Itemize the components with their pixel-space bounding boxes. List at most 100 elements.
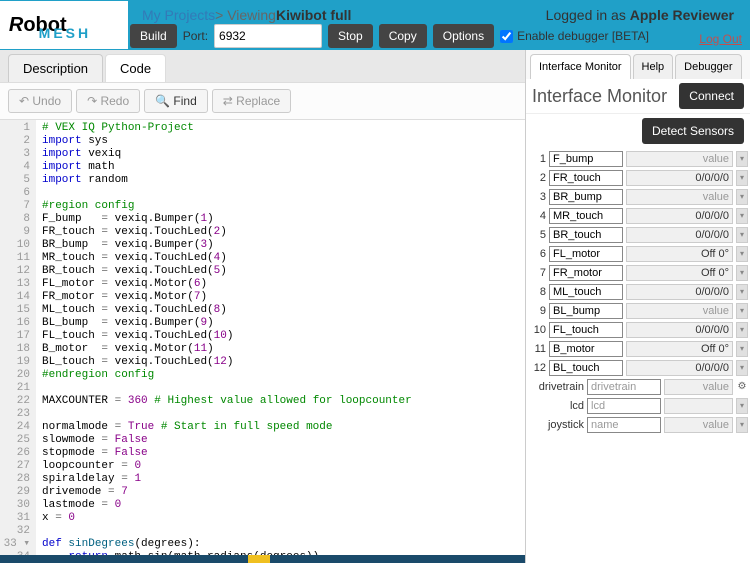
code-line[interactable]: F_bump = vexiq.Bumper(1)	[42, 213, 525, 226]
sensor-dropdown-icon[interactable]: ▾	[736, 227, 748, 243]
detect-sensors-button[interactable]: Detect Sensors	[642, 118, 744, 144]
code-line[interactable]: # VEX IQ Python-Project	[42, 122, 525, 135]
code-line[interactable]: spiraldelay = 1	[42, 473, 525, 486]
find-button[interactable]: 🔍 Find	[144, 89, 208, 113]
sensor-name-input[interactable]	[549, 170, 623, 186]
code-line[interactable]: FL_motor = vexiq.Motor(6)	[42, 278, 525, 291]
tab-description[interactable]: Description	[8, 54, 103, 82]
sensor-dropdown-icon[interactable]: ▾	[736, 398, 748, 414]
code-line[interactable]: stopmode = False	[42, 447, 525, 460]
code-line[interactable]: FL_touch = vexiq.TouchLed(10)	[42, 330, 525, 343]
code-line[interactable]: MAXCOUNTER = 360 # Highest value allowed…	[42, 395, 525, 408]
sensor-label: drivetrain	[528, 381, 584, 393]
code-line[interactable]: #endregion config	[42, 369, 525, 382]
code-line[interactable]: #region config	[42, 200, 525, 213]
code-editor[interactable]: 1234567891011121314151617181920212223242…	[0, 120, 525, 555]
line-number: 2	[2, 135, 30, 148]
debugger-checkbox[interactable]	[500, 30, 513, 43]
code-line[interactable]: slowmode = False	[42, 434, 525, 447]
code-line[interactable]: FR_motor = vexiq.Motor(7)	[42, 291, 525, 304]
code-line[interactable]: import sys	[42, 135, 525, 148]
sensor-dropdown-icon[interactable]: ▾	[736, 417, 748, 433]
sensor-port: 8	[528, 286, 546, 298]
sensor-name-input[interactable]	[549, 284, 623, 300]
sensor-value: 0/0/0/0	[626, 208, 733, 224]
logo[interactable]: Robot MESH	[0, 1, 128, 49]
sensor-row: 9value▾	[528, 302, 748, 319]
sensor-name-input[interactable]	[549, 189, 623, 205]
build-button[interactable]: Build	[130, 24, 177, 48]
sensor-name-input[interactable]	[549, 360, 623, 376]
code-line[interactable]: MR_touch = vexiq.TouchLed(4)	[42, 252, 525, 265]
replace-button[interactable]: ⇄ Replace	[212, 89, 291, 113]
sensor-name-input[interactable]	[549, 246, 623, 262]
logout-link[interactable]: Log Out	[699, 32, 742, 46]
code-line[interactable]: x = 0	[42, 512, 525, 525]
bottom-bar	[0, 555, 525, 563]
sensor-name-input[interactable]	[549, 208, 623, 224]
code-line[interactable]: import vexiq	[42, 148, 525, 161]
code-line[interactable]	[42, 408, 525, 421]
stop-button[interactable]: Stop	[328, 24, 373, 48]
sensor-dropdown-icon[interactable]: ▾	[736, 170, 748, 186]
my-projects-link[interactable]: My Projects	[142, 7, 215, 23]
connect-button[interactable]: Connect	[679, 83, 744, 109]
code-line[interactable]: drivemode = 7	[42, 486, 525, 499]
sensor-dropdown-icon[interactable]: ▾	[736, 189, 748, 205]
sensor-name-input[interactable]	[587, 379, 661, 395]
gear-icon[interactable]: ⚙	[736, 381, 748, 393]
sensor-name-input[interactable]	[549, 303, 623, 319]
sensor-dropdown-icon[interactable]: ▾	[736, 341, 748, 357]
tab-interface-monitor[interactable]: Interface Monitor	[530, 54, 631, 79]
sensor-name-input[interactable]	[549, 151, 623, 167]
port-label: Port:	[183, 29, 208, 43]
code-line[interactable]	[42, 382, 525, 395]
code-line[interactable]: BR_bump = vexiq.Bumper(3)	[42, 239, 525, 252]
code-line[interactable]: lastmode = 0	[42, 499, 525, 512]
code-line[interactable]: ML_touch = vexiq.TouchLed(8)	[42, 304, 525, 317]
sensor-dropdown-icon[interactable]: ▾	[736, 322, 748, 338]
undo-button[interactable]: ↶ Undo	[8, 89, 72, 113]
copy-button[interactable]: Copy	[379, 24, 427, 48]
sensor-value: value	[664, 379, 733, 395]
options-button[interactable]: Options	[433, 24, 494, 48]
sensor-label: lcd	[528, 400, 584, 412]
sensor-name-input[interactable]	[587, 417, 661, 433]
tab-code[interactable]: Code	[105, 54, 166, 82]
sensor-name-input[interactable]	[549, 341, 623, 357]
debugger-checkbox-wrap[interactable]: Enable debugger [BETA]	[500, 29, 649, 43]
sensor-name-input[interactable]	[549, 227, 623, 243]
line-number: 15	[2, 304, 30, 317]
sensor-dropdown-icon[interactable]: ▾	[736, 208, 748, 224]
code-line[interactable]: import math	[42, 161, 525, 174]
code-line[interactable]	[42, 525, 525, 538]
code-area[interactable]: # VEX IQ Python-Projectimport sysimport …	[36, 120, 525, 555]
line-number: 25	[2, 434, 30, 447]
code-line[interactable]: normalmode = True # Start in full speed …	[42, 421, 525, 434]
redo-button[interactable]: ↷ Redo	[76, 89, 140, 113]
code-line[interactable]: BL_bump = vexiq.Bumper(9)	[42, 317, 525, 330]
tab-debugger[interactable]: Debugger	[675, 54, 741, 79]
sensor-dropdown-icon[interactable]: ▾	[736, 151, 748, 167]
code-line[interactable]: import random	[42, 174, 525, 187]
sensor-port: 11	[528, 343, 546, 355]
sensor-dropdown-icon[interactable]: ▾	[736, 303, 748, 319]
code-line[interactable]: BR_touch = vexiq.TouchLed(5)	[42, 265, 525, 278]
sensor-name-input[interactable]	[549, 322, 623, 338]
code-line[interactable]: FR_touch = vexiq.TouchLed(2)	[42, 226, 525, 239]
sensor-dropdown-icon[interactable]: ▾	[736, 360, 748, 376]
port-input[interactable]	[214, 24, 322, 48]
sensor-dropdown-icon[interactable]: ▾	[736, 265, 748, 281]
sensor-dropdown-icon[interactable]: ▾	[736, 246, 748, 262]
code-line[interactable]: loopcounter = 0	[42, 460, 525, 473]
sensor-value: 0/0/0/0	[626, 284, 733, 300]
sensor-name-input[interactable]	[587, 398, 661, 414]
code-line[interactable]	[42, 187, 525, 200]
code-line[interactable]: BL_touch = vexiq.TouchLed(12)	[42, 356, 525, 369]
line-number: 5	[2, 174, 30, 187]
code-line[interactable]: def sinDegrees(degrees):	[42, 538, 525, 551]
sensor-name-input[interactable]	[549, 265, 623, 281]
code-line[interactable]: B_motor = vexiq.Motor(11)	[42, 343, 525, 356]
tab-help[interactable]: Help	[633, 54, 674, 79]
sensor-dropdown-icon[interactable]: ▾	[736, 284, 748, 300]
